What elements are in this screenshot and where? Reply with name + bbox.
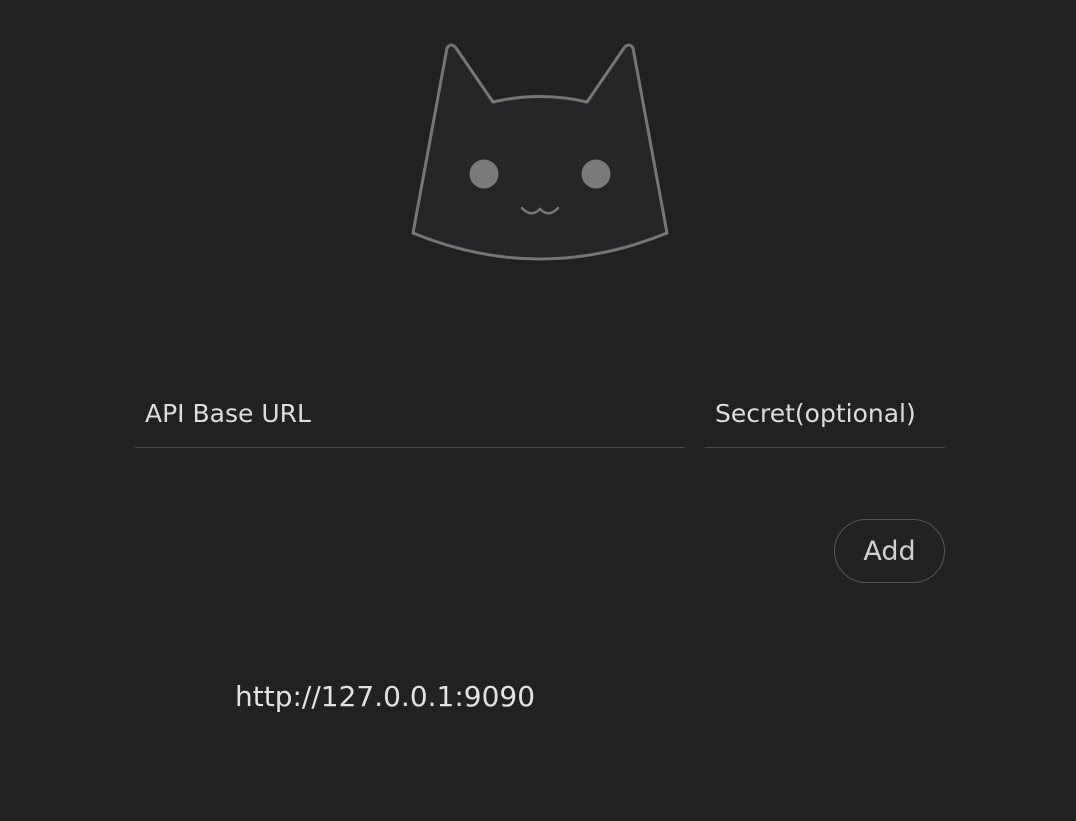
logo [410, 42, 670, 264]
add-button[interactable]: Add [834, 519, 945, 583]
secret-input[interactable] [705, 380, 945, 447]
cat-face-icon [411, 43, 669, 261]
backend-list-item[interactable]: http://127.0.0.1:9090 [235, 680, 535, 713]
secret-field [705, 380, 945, 448]
cat-left-eye [469, 159, 499, 189]
api-base-url-input[interactable] [135, 380, 685, 447]
cat-head-outline [411, 43, 669, 261]
cat-right-eye [581, 159, 611, 189]
api-base-url-field [135, 380, 685, 448]
